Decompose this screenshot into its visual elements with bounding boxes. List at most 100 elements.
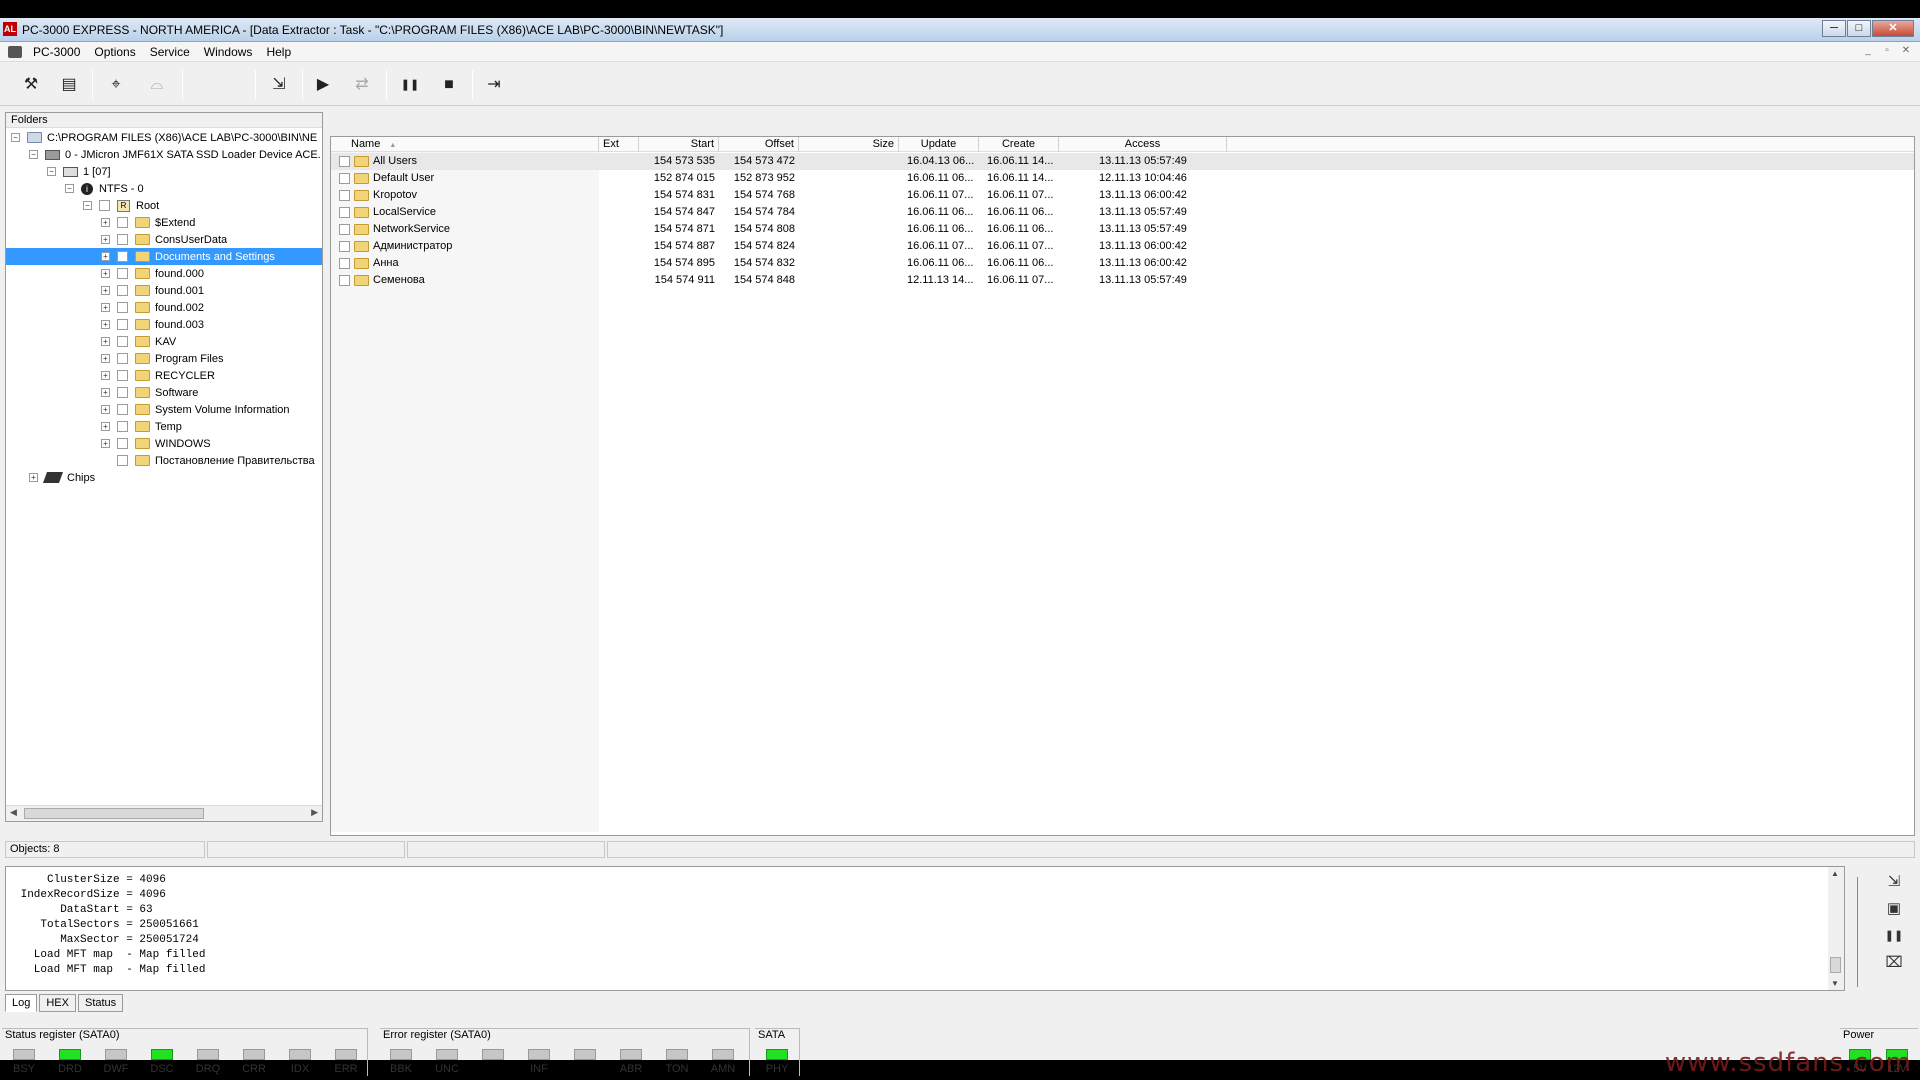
expand-icon[interactable]: + (101, 388, 110, 397)
scrollbar-thumb[interactable] (1830, 957, 1841, 973)
expand-icon[interactable]: + (101, 320, 110, 329)
expand-icon[interactable]: + (101, 269, 110, 278)
expand-icon[interactable]: + (101, 286, 110, 295)
checkbox[interactable] (117, 302, 128, 313)
column-ext[interactable]: Ext (599, 137, 639, 152)
column-offset[interactable]: Offset (719, 137, 799, 152)
table-row[interactable]: NetworkService 154 574 871 154 574 808 16.0… (331, 221, 1914, 238)
column-size[interactable]: Size (799, 137, 899, 152)
minimize-button[interactable]: ─ (1822, 20, 1846, 37)
expand-icon[interactable]: + (101, 439, 110, 448)
row-checkbox[interactable] (339, 173, 350, 184)
scrollbar-thumb[interactable] (24, 808, 204, 819)
network-icon[interactable]: ⇄ (349, 73, 375, 97)
table-row[interactable]: Default User 152 874 015 152 873 952 16.06.… (331, 170, 1914, 187)
tree-folder-item[interactable]: + Temp (101, 418, 182, 435)
column-create[interactable]: Create (979, 137, 1059, 152)
checkbox[interactable] (117, 251, 128, 262)
tree-folder-item[interactable]: + found.000 (101, 265, 204, 282)
menu-help[interactable]: Help (259, 45, 298, 59)
stop-icon[interactable]: ■ (436, 73, 462, 97)
binoculars-icon[interactable]: ⌖ (103, 73, 129, 97)
tree-node-path[interactable]: − C:\PROGRAM FILES (X86)\ACE LAB\PC-3000… (11, 129, 317, 146)
checkbox[interactable] (117, 234, 128, 245)
collapse-icon[interactable]: − (11, 133, 20, 142)
play-icon[interactable]: ▶ (310, 73, 336, 97)
tree-folder-item[interactable]: + Documents and Settings (6, 248, 322, 265)
tree-folder-item[interactable]: + Program Files (101, 350, 223, 367)
tree-node-root[interactable]: − R Root (83, 197, 159, 214)
tab-hex[interactable]: HEX (39, 994, 76, 1012)
tree-folder-item[interactable]: + System Volume Information (101, 401, 290, 418)
column-update[interactable]: Update (899, 137, 979, 152)
row-checkbox[interactable] (339, 241, 350, 252)
collapse-icon[interactable]: − (65, 184, 74, 193)
expand-icon[interactable]: + (29, 473, 38, 482)
table-row[interactable]: All Users 154 573 535 154 573 472 16.04.13 … (331, 153, 1914, 170)
expand-icon[interactable]: + (101, 405, 110, 414)
menu-pc3000[interactable]: PC-3000 (26, 45, 87, 59)
checkbox[interactable] (117, 336, 128, 347)
tools-icon[interactable]: ⚒ (18, 73, 44, 97)
collapse-icon[interactable]: − (83, 201, 92, 210)
export-icon[interactable]: ⇲ (266, 73, 292, 97)
tab-status[interactable]: Status (77, 994, 124, 1012)
tree-node-device[interactable]: − 0 - JMicron JMF61X SATA SSD Loader Dev… (29, 146, 321, 163)
save-icon[interactable]: ▣ (1883, 898, 1905, 920)
checkbox[interactable] (99, 200, 110, 211)
tab-log[interactable]: Log (5, 994, 38, 1012)
pause-icon[interactable]: ❚❚ (397, 73, 423, 97)
expand-icon[interactable]: + (101, 218, 110, 227)
clear-log-icon[interactable]: ⌧ (1883, 952, 1905, 974)
scroll-down-icon[interactable]: ▼ (1831, 979, 1839, 988)
mdi-restore-button[interactable]: ▫ (1879, 45, 1895, 59)
checkbox[interactable] (117, 455, 128, 466)
tree-folder-item[interactable]: + $Extend (101, 214, 195, 231)
tree-folder-item[interactable]: + found.001 (101, 282, 204, 299)
collapse-icon[interactable]: − (29, 150, 38, 159)
tree-node-chips[interactable]: + Chips (29, 469, 95, 486)
tree-node-partition[interactable]: − 1 [07] (47, 163, 111, 180)
mdi-close-button[interactable]: ✕ (1898, 45, 1914, 59)
checkbox[interactable] (117, 268, 128, 279)
tree-folder-item[interactable]: + RECYCLER (101, 367, 215, 384)
tree-folder-item[interactable]: + Software (101, 384, 198, 401)
scroll-right-icon[interactable]: ▶ (311, 807, 318, 818)
menu-service[interactable]: Service (143, 45, 197, 59)
table-row[interactable]: Администратор 154 574 887 154 574 824 16.06… (331, 238, 1914, 255)
log-panel[interactable]: ClusterSize = 4096 IndexRecordSize = 409… (5, 866, 1845, 991)
tree-folder-item[interactable]: +Постановление Правительства (101, 452, 315, 469)
checkbox[interactable] (117, 387, 128, 398)
checkbox[interactable] (117, 217, 128, 228)
row-checkbox[interactable] (339, 224, 350, 235)
log-vertical-scrollbar[interactable]: ▲ ▼ (1828, 867, 1844, 990)
column-access[interactable]: Access (1059, 137, 1227, 152)
expand-icon[interactable]: + (101, 371, 110, 380)
collapse-icon[interactable]: − (47, 167, 56, 176)
maximize-button[interactable]: □ (1847, 20, 1871, 37)
checkbox[interactable] (117, 285, 128, 296)
checkbox[interactable] (117, 421, 128, 432)
tree-folder-item[interactable]: + KAV (101, 333, 176, 350)
column-name[interactable]: Name ▲ (347, 137, 599, 152)
expand-icon[interactable]: + (101, 252, 110, 261)
tree-horizontal-scrollbar[interactable]: ◀ ▶ (6, 805, 322, 821)
tree-folder-item[interactable]: + ConsUserData (101, 231, 227, 248)
expand-icon[interactable]: + (101, 337, 110, 346)
folder-open-icon[interactable]: ⌓ (144, 73, 170, 97)
table-row[interactable]: Kropotov 154 574 831 154 574 768 16.06.11 0… (331, 187, 1914, 204)
scroll-left-icon[interactable]: ◀ (10, 807, 17, 818)
checkbox[interactable] (117, 370, 128, 381)
expand-icon[interactable]: + (101, 235, 110, 244)
table-row[interactable]: LocalService 154 574 847 154 574 784 16.06.… (331, 204, 1914, 221)
row-checkbox[interactable] (339, 156, 350, 167)
row-checkbox[interactable] (339, 190, 350, 201)
title-bar[interactable]: AL PC-3000 EXPRESS - NORTH AMERICA - [Da… (0, 18, 1920, 42)
column-start[interactable]: Start (639, 137, 719, 152)
menu-options[interactable]: Options (87, 45, 142, 59)
row-checkbox[interactable] (339, 258, 350, 269)
menu-windows[interactable]: Windows (197, 45, 260, 59)
expand-icon[interactable]: + (101, 303, 110, 312)
tree-folder-item[interactable]: + found.003 (101, 316, 204, 333)
expand-icon[interactable]: + (101, 422, 110, 431)
